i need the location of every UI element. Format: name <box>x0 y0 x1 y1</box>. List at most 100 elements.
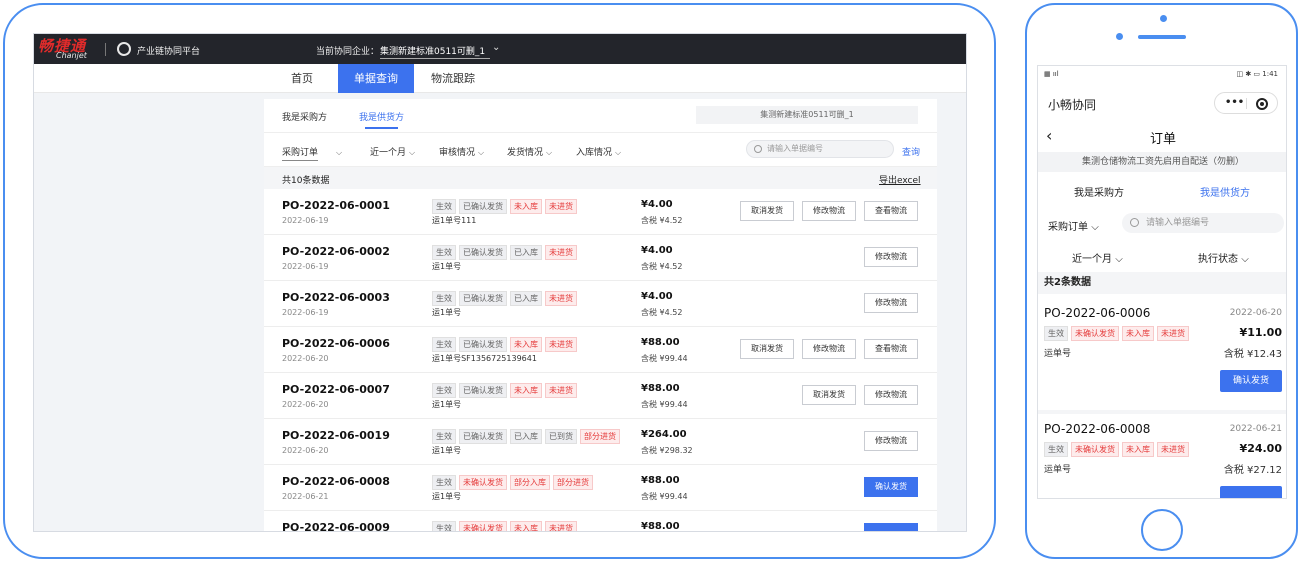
tax-price: 含税 ¥298.32 <box>641 446 693 455</box>
record-count: 共2条数据 <box>1038 272 1286 294</box>
ship-filter[interactable]: 发货情况 ⌵ <box>507 145 552 158</box>
row-action-button[interactable]: 取消发货 <box>740 201 794 221</box>
order-date: 2022-06-20 <box>282 446 329 455</box>
row-action-button[interactable]: 确认发货 <box>864 477 918 497</box>
date-filter[interactable]: 近一个月 ⌵ <box>1072 250 1123 265</box>
status-badge: 未确认发货 <box>459 521 507 531</box>
search-input[interactable]: 请输入单据编号 <box>746 140 894 158</box>
status-badge: 未入库 <box>510 199 542 214</box>
po-number[interactable]: PO-2022-06-0008 <box>282 475 390 488</box>
row-action-button[interactable]: 修改物流 <box>802 201 856 221</box>
waybill-label: 运单号 <box>1044 349 1072 359</box>
date-filter[interactable]: 近一个月 ⌵ <box>370 145 415 158</box>
tab-supplier[interactable]: 我是供货方 <box>359 110 404 129</box>
status-badge: 已确认发货 <box>459 337 507 352</box>
row-action-button[interactable]: 修改物流 <box>802 339 856 359</box>
order-type-label: 采购订单 <box>282 148 319 161</box>
role-tabs: 我是采购方 我是供货方 集测新建标准0511可删_1 <box>264 99 937 133</box>
table-row: PO-2022-06-0001 2022-06-19 生效 已确认发货 未入库 未进货 运1… <box>264 189 937 235</box>
status-badge: 生效 <box>432 521 456 531</box>
chevron-down-icon[interactable]: ⌄ <box>492 42 500 53</box>
platform-icon <box>117 42 131 56</box>
status-tags: 生效 未确认发货 未入库 未进货 <box>432 521 577 531</box>
status-badge: 已入库 <box>510 429 542 444</box>
order-price: ¥24.00 <box>1239 442 1282 455</box>
po-number[interactable]: PO-2022-06-0002 <box>282 245 390 258</box>
status-tags: 生效 未确认发货 未入库 未进货 <box>1044 326 1189 341</box>
status-filter[interactable]: 执行状态 ⌵ <box>1198 250 1249 265</box>
search-placeholder: 请输入单据编号 <box>1146 218 1210 228</box>
order-price: ¥88.00 <box>641 383 680 394</box>
status-badge: 生效 <box>432 291 456 306</box>
search-placeholder: 请输入单据编号 <box>767 144 823 153</box>
tax-price: 含税 ¥4.52 <box>641 262 683 271</box>
close-icon[interactable] <box>1256 98 1268 110</box>
order-price: ¥88.00 <box>641 475 680 486</box>
order-price: ¥11.00 <box>1239 326 1282 339</box>
search-button[interactable]: 查询 <box>902 145 920 158</box>
search-input[interactable]: 请输入单据编号 <box>1122 213 1284 233</box>
order-type-select[interactable]: 采购订单 ⌵ <box>1048 218 1099 233</box>
order-card[interactable]: PO-2022-06-0008 2022-06-21 生效 未确认发货 未入库 未进货 ¥2… <box>1038 414 1286 498</box>
tax-price: 含税 ¥12.43 <box>1223 349 1282 360</box>
chevron-down-icon: ⌵ <box>1241 254 1249 265</box>
status-badge: 未入库 <box>1122 442 1154 457</box>
waybill-label: 运单号 <box>1044 465 1072 475</box>
status-badge: 未进货 <box>545 383 577 398</box>
row-action-button[interactable]: 查看物流 <box>864 201 918 221</box>
row-action-button[interactable]: 修改物流 <box>864 431 918 451</box>
po-number[interactable]: PO-2022-06-0006 <box>282 337 390 350</box>
status-badge: 生效 <box>432 383 456 398</box>
status-badge: 已确认发货 <box>459 429 507 444</box>
tab-buyer[interactable]: 我是采购方 <box>1074 184 1124 199</box>
stock-filter[interactable]: 入库情况 ⌵ <box>576 145 621 158</box>
po-number[interactable]: PO-2022-06-0001 <box>282 199 390 212</box>
status-badge: 部分进货 <box>553 475 593 490</box>
table-row: PO-2022-06-0009 生效 未确认发货 未入库 未进货 ¥88.00 <box>264 511 937 531</box>
document-panel: 我是采购方 我是供货方 集测新建标准0511可删_1 采购订单 ⌵ 近一个月 ⌵ 审… <box>264 99 937 531</box>
row-action-button[interactable]: 查看物流 <box>864 339 918 359</box>
status-badge: 生效 <box>1044 442 1068 457</box>
po-number[interactable]: PO-2022-06-0019 <box>282 429 390 442</box>
status-tags: 生效 已确认发货 未入库 未进货 <box>432 337 577 352</box>
nav-tab-documents[interactable]: 单据查询 <box>338 64 414 93</box>
nav-tab-logistics[interactable]: 物流跟踪 <box>422 64 484 93</box>
status-badge: 未进货 <box>545 199 577 214</box>
nav-tab-home[interactable]: 首页 <box>274 64 330 93</box>
table-row: PO-2022-06-0019 2022-06-20 生效 已确认发货 已入库 已到货 部分… <box>264 419 937 465</box>
row-action-button[interactable]: 修改物流 <box>864 247 918 267</box>
search-icon <box>1130 218 1139 227</box>
row-action-button[interactable]: 修改物流 <box>864 293 918 313</box>
export-excel-link[interactable]: 导出excel <box>879 173 921 186</box>
order-type-label: 采购订单 <box>1048 222 1088 233</box>
order-price: ¥88.00 <box>641 337 680 348</box>
more-icon[interactable]: ••• <box>1225 97 1244 108</box>
status-badge: 生效 <box>432 245 456 260</box>
tax-price: 含税 ¥99.44 <box>641 400 688 409</box>
row-action-button[interactable] <box>864 523 918 531</box>
po-number[interactable]: PO-2022-06-0009 <box>282 521 390 531</box>
enterprise-notice: 集测仓储物流工资先启用自配送（勿删） <box>1038 152 1286 172</box>
home-button[interactable] <box>1141 509 1183 551</box>
confirm-ship-button[interactable] <box>1220 486 1282 498</box>
order-card[interactable]: PO-2022-06-0006 2022-06-20 生效 未确认发货 未入库 未进货 ¥1… <box>1038 298 1286 410</box>
order-date: 2022-06-19 <box>282 262 329 271</box>
waybill-number: 运1单号 <box>432 308 462 317</box>
row-action-button[interactable]: 取消发货 <box>802 385 856 405</box>
order-date: 2022-06-20 <box>1229 308 1282 318</box>
enterprise-select[interactable]: 集测新建标准0511可删_1 <box>380 44 490 59</box>
audit-filter-label: 审核情况 <box>439 148 476 158</box>
chevron-down-icon: ⌵ <box>1115 254 1123 265</box>
search-icon <box>754 145 762 153</box>
tab-buyer[interactable]: 我是采购方 <box>282 110 327 123</box>
confirm-ship-button[interactable]: 确认发货 <box>1220 370 1282 392</box>
status-badge: 未入库 <box>1122 326 1154 341</box>
row-action-button[interactable]: 取消发货 <box>740 339 794 359</box>
tab-supplier[interactable]: 我是供货方 <box>1200 184 1250 199</box>
po-number[interactable]: PO-2022-06-0003 <box>282 291 390 304</box>
row-action-button[interactable]: 修改物流 <box>864 385 918 405</box>
order-type-select[interactable]: 采购订单 ⌵ <box>282 145 342 161</box>
po-number[interactable]: PO-2022-06-0007 <box>282 383 390 396</box>
audit-filter[interactable]: 审核情况 ⌵ <box>439 145 484 158</box>
tax-price: 含税 ¥4.52 <box>641 308 683 317</box>
